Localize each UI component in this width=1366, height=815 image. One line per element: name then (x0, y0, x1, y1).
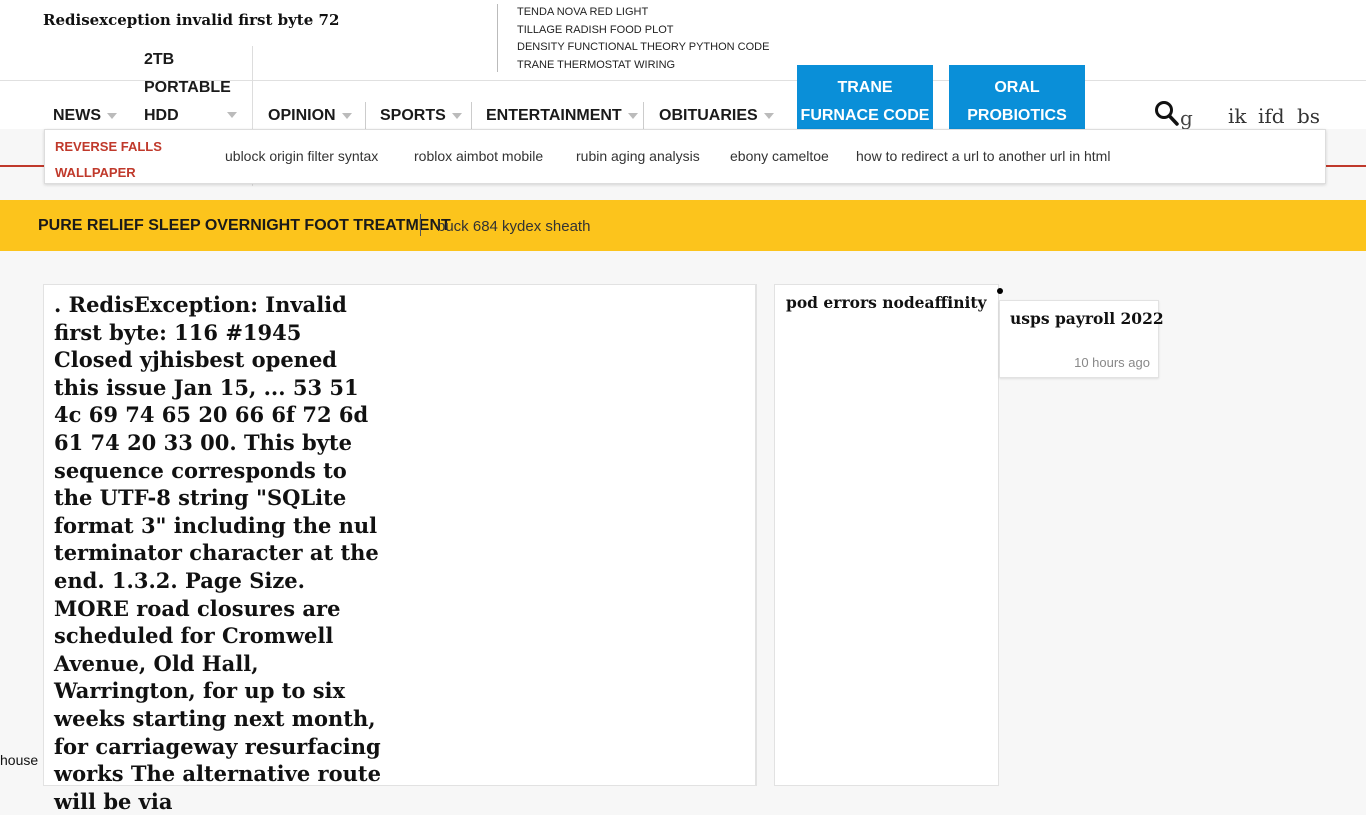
nav-sports[interactable]: SPORTS (380, 107, 462, 125)
chevron-down-icon (451, 112, 462, 119)
nav-news-label: NEWS (53, 107, 101, 124)
button-line: ORAL (994, 79, 1040, 96)
nav-divider (365, 102, 366, 130)
mini-link-ifd[interactable]: ifd (1258, 104, 1285, 128)
ticker-headline[interactable]: PURE RELIEF SLEEP OVERNIGHT FOOT TREATME… (38, 217, 451, 235)
nav-hdd-line: 2TB (144, 51, 175, 68)
ticker-subheadline[interactable]: buck 684 kydex sheath (437, 218, 590, 235)
site-title[interactable]: Redisexception invalid first byte 72 (43, 11, 339, 29)
subnav-featured-link[interactable]: REVERSE FALLS WALLPAPER (55, 134, 162, 186)
button-line: FURNACE CODE (800, 107, 930, 124)
nav-entertainment-label: ENTERTAINMENT (486, 107, 622, 124)
nav-news[interactable]: NEWS (53, 107, 117, 125)
subnav-dropdown: REVERSE FALLS WALLPAPER ublock origin fi… (44, 129, 1326, 184)
subnav-featured-line: WALLPAPER (55, 165, 136, 180)
breaking-ticker: PURE RELIEF SLEEP OVERNIGHT FOOT TREATME… (0, 200, 1366, 251)
corner-label: house (0, 752, 39, 768)
trending-link[interactable]: TENDA NOVA RED LIGHT (517, 5, 769, 23)
nav-hdd[interactable]: 2TB PORTABLE HDD (144, 46, 231, 130)
nav-divider (471, 102, 472, 130)
article-card: . RedisException: Invalid first byte: 11… (43, 284, 757, 814)
article-headline[interactable]: . RedisException: Invalid first byte: 11… (54, 291, 384, 815)
nav-hdd-line: HDD (144, 107, 179, 124)
button-line: TRANE (837, 79, 893, 96)
sidebar-card-title[interactable]: usps payroll 2022 (1010, 309, 1164, 328)
accent-line-right (1324, 165, 1366, 167)
chevron-down-icon (227, 112, 237, 118)
sidebar-card-small: usps payroll 2022 10 hours ago (999, 300, 1164, 378)
mini-link-ik[interactable]: ik (1228, 104, 1247, 128)
ticker-divider (420, 214, 421, 236)
nav-entertainment[interactable]: ENTERTAINMENT (486, 107, 638, 125)
nav-opinion-label: OPINION (268, 107, 336, 124)
list-bullet (997, 288, 1003, 294)
subnav-link[interactable]: rubin aging analysis (576, 148, 700, 164)
accent-line-left (0, 165, 44, 167)
trending-link[interactable]: DENSITY FUNCTIONAL THEORY PYTHON CODE (517, 40, 769, 58)
subnav-link[interactable]: ebony cameltoe (730, 148, 829, 164)
chevron-down-icon (627, 112, 638, 119)
nav-obituaries[interactable]: OBITUARIES (659, 107, 774, 125)
trending-link[interactable]: TILLAGE RADISH FOOD PLOT (517, 23, 769, 41)
header-divider (497, 4, 498, 72)
button-line: PROBIOTICS (967, 107, 1067, 124)
chevron-down-icon (107, 112, 117, 119)
mini-link-bs[interactable]: bs (1297, 104, 1320, 128)
timestamp: 10 hours ago (1074, 355, 1150, 370)
chevron-down-icon (341, 112, 352, 119)
nav-divider (643, 102, 644, 130)
subnav-featured-line: REVERSE FALLS (55, 139, 162, 154)
subnav-link[interactable]: how to redirect a url to another url in … (856, 148, 1110, 164)
nav-hdd-line: PORTABLE (144, 79, 231, 96)
trane-furnace-button[interactable]: TRANE FURNACE CODE (797, 65, 933, 129)
nav-obituaries-label: OBITUARIES (659, 107, 758, 124)
subnav-link[interactable]: ublock origin filter syntax (225, 148, 378, 164)
nav-opinion[interactable]: OPINION (268, 107, 352, 125)
subnav-link[interactable]: roblox aimbot mobile (414, 148, 543, 164)
oral-probiotics-button[interactable]: ORAL PROBIOTICS (949, 65, 1085, 129)
trending-list: TENDA NOVA RED LIGHT TILLAGE RADISH FOOD… (517, 5, 769, 75)
sidebar-card: pod errors nodeaffinity (774, 284, 999, 786)
sidebar-card-title[interactable]: pod errors nodeaffinity (786, 293, 987, 312)
search-label: g (1180, 106, 1193, 130)
search-icon[interactable] (1154, 100, 1180, 128)
nav-sports-label: SPORTS (380, 107, 446, 124)
chevron-down-icon (763, 112, 774, 119)
trending-link[interactable]: TRANE THERMOSTAT WIRING (517, 58, 769, 76)
